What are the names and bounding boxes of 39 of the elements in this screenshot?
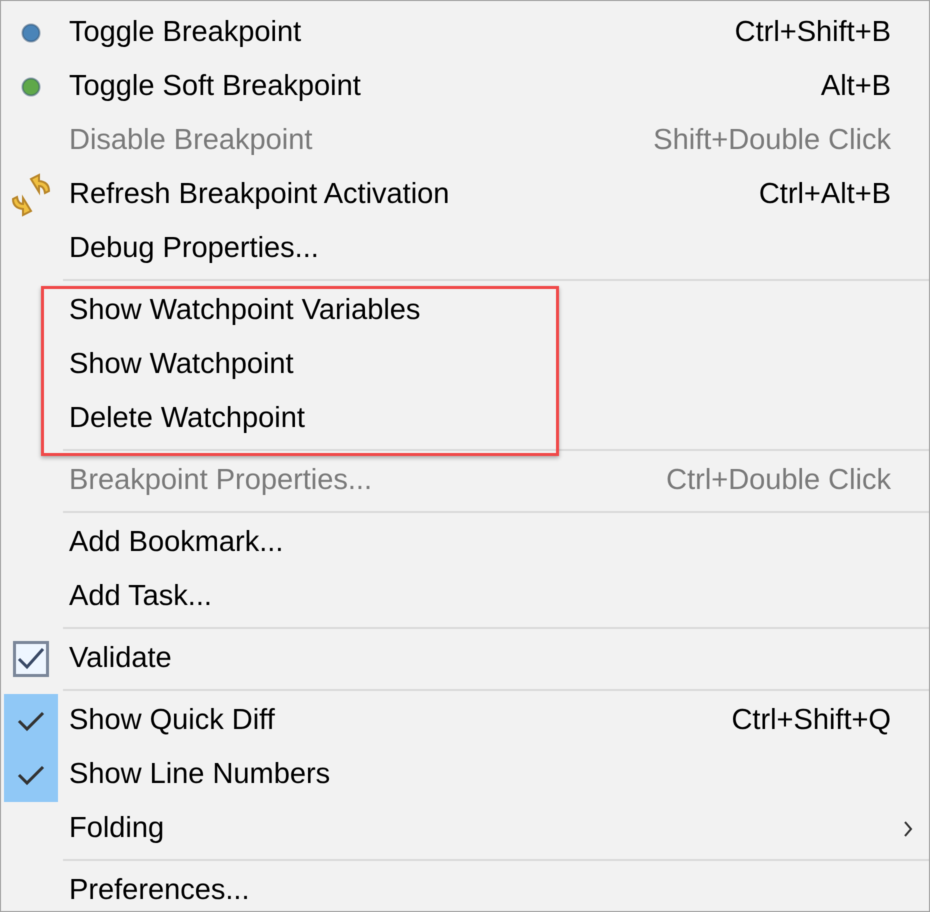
shortcut-text: Ctrl+Shift+B	[734, 15, 891, 50]
menu-item[interactable]: Delete Watchpoint	[1, 392, 929, 446]
menu-item-label: Validate	[69, 641, 172, 676]
menu-item[interactable]: Add Task...	[1, 570, 929, 624]
chevron-right-icon	[903, 820, 913, 838]
menu-item-label: Toggle Breakpoint	[69, 15, 302, 50]
shortcut-text: Alt+B	[820, 69, 891, 104]
menu-item-label: Show Watchpoint	[69, 347, 294, 382]
menu-item-label: Refresh Breakpoint Activation	[69, 177, 450, 212]
menu-item-label: Show Line Numbers	[69, 757, 330, 792]
menu-item[interactable]: Debug Properties...	[1, 222, 929, 276]
menu-item-label: Show Watchpoint Variables	[69, 293, 420, 328]
menu-item-label: Disable Breakpoint	[69, 123, 312, 158]
menu-item[interactable]: Toggle Breakpoint Ctrl+Shift+B	[1, 6, 929, 60]
menu-item[interactable]: Show Watchpoint	[1, 338, 929, 392]
menu-item-label: Breakpoint Properties...	[69, 463, 372, 498]
menu-item-label: Add Bookmark...	[69, 525, 284, 560]
menu-item-label: Folding	[69, 811, 164, 846]
menu-item-label: Add Task...	[69, 579, 212, 614]
checkbox[interactable]	[13, 641, 49, 677]
menu-item-label: Preferences...	[69, 873, 250, 908]
refresh-arrows-icon	[9, 173, 53, 217]
shortcut-text: Shift+Double Click	[653, 123, 891, 158]
menu-item[interactable]: Add Bookmark...	[1, 516, 929, 570]
menu-item-label: Toggle Soft Breakpoint	[69, 69, 361, 104]
menu-item-label: Show Quick Diff	[69, 703, 275, 738]
menu-item[interactable]: Show Quick Diff Ctrl+Shift+Q	[1, 694, 929, 748]
menu-item[interactable]: Refresh Breakpoint Activation Ctrl+Alt+B	[1, 168, 929, 222]
shortcut-text: Ctrl+Shift+Q	[731, 703, 891, 738]
menu-item[interactable]: Validate	[1, 632, 929, 686]
menu-item[interactable]: Preferences...	[1, 864, 929, 911]
menu-item[interactable]: Folding	[1, 802, 929, 856]
menu-item-label: Debug Properties...	[69, 231, 319, 266]
menu-item[interactable]: Show Line Numbers	[1, 748, 929, 802]
menu-item-label: Delete Watchpoint	[69, 401, 305, 436]
shortcut-text: Ctrl+Alt+B	[758, 177, 891, 212]
shortcut-text: Ctrl+Double Click	[666, 463, 891, 498]
menu-item[interactable]: Toggle Soft Breakpoint Alt+B	[1, 60, 929, 114]
menu-item[interactable]: Show Watchpoint Variables	[1, 284, 929, 338]
